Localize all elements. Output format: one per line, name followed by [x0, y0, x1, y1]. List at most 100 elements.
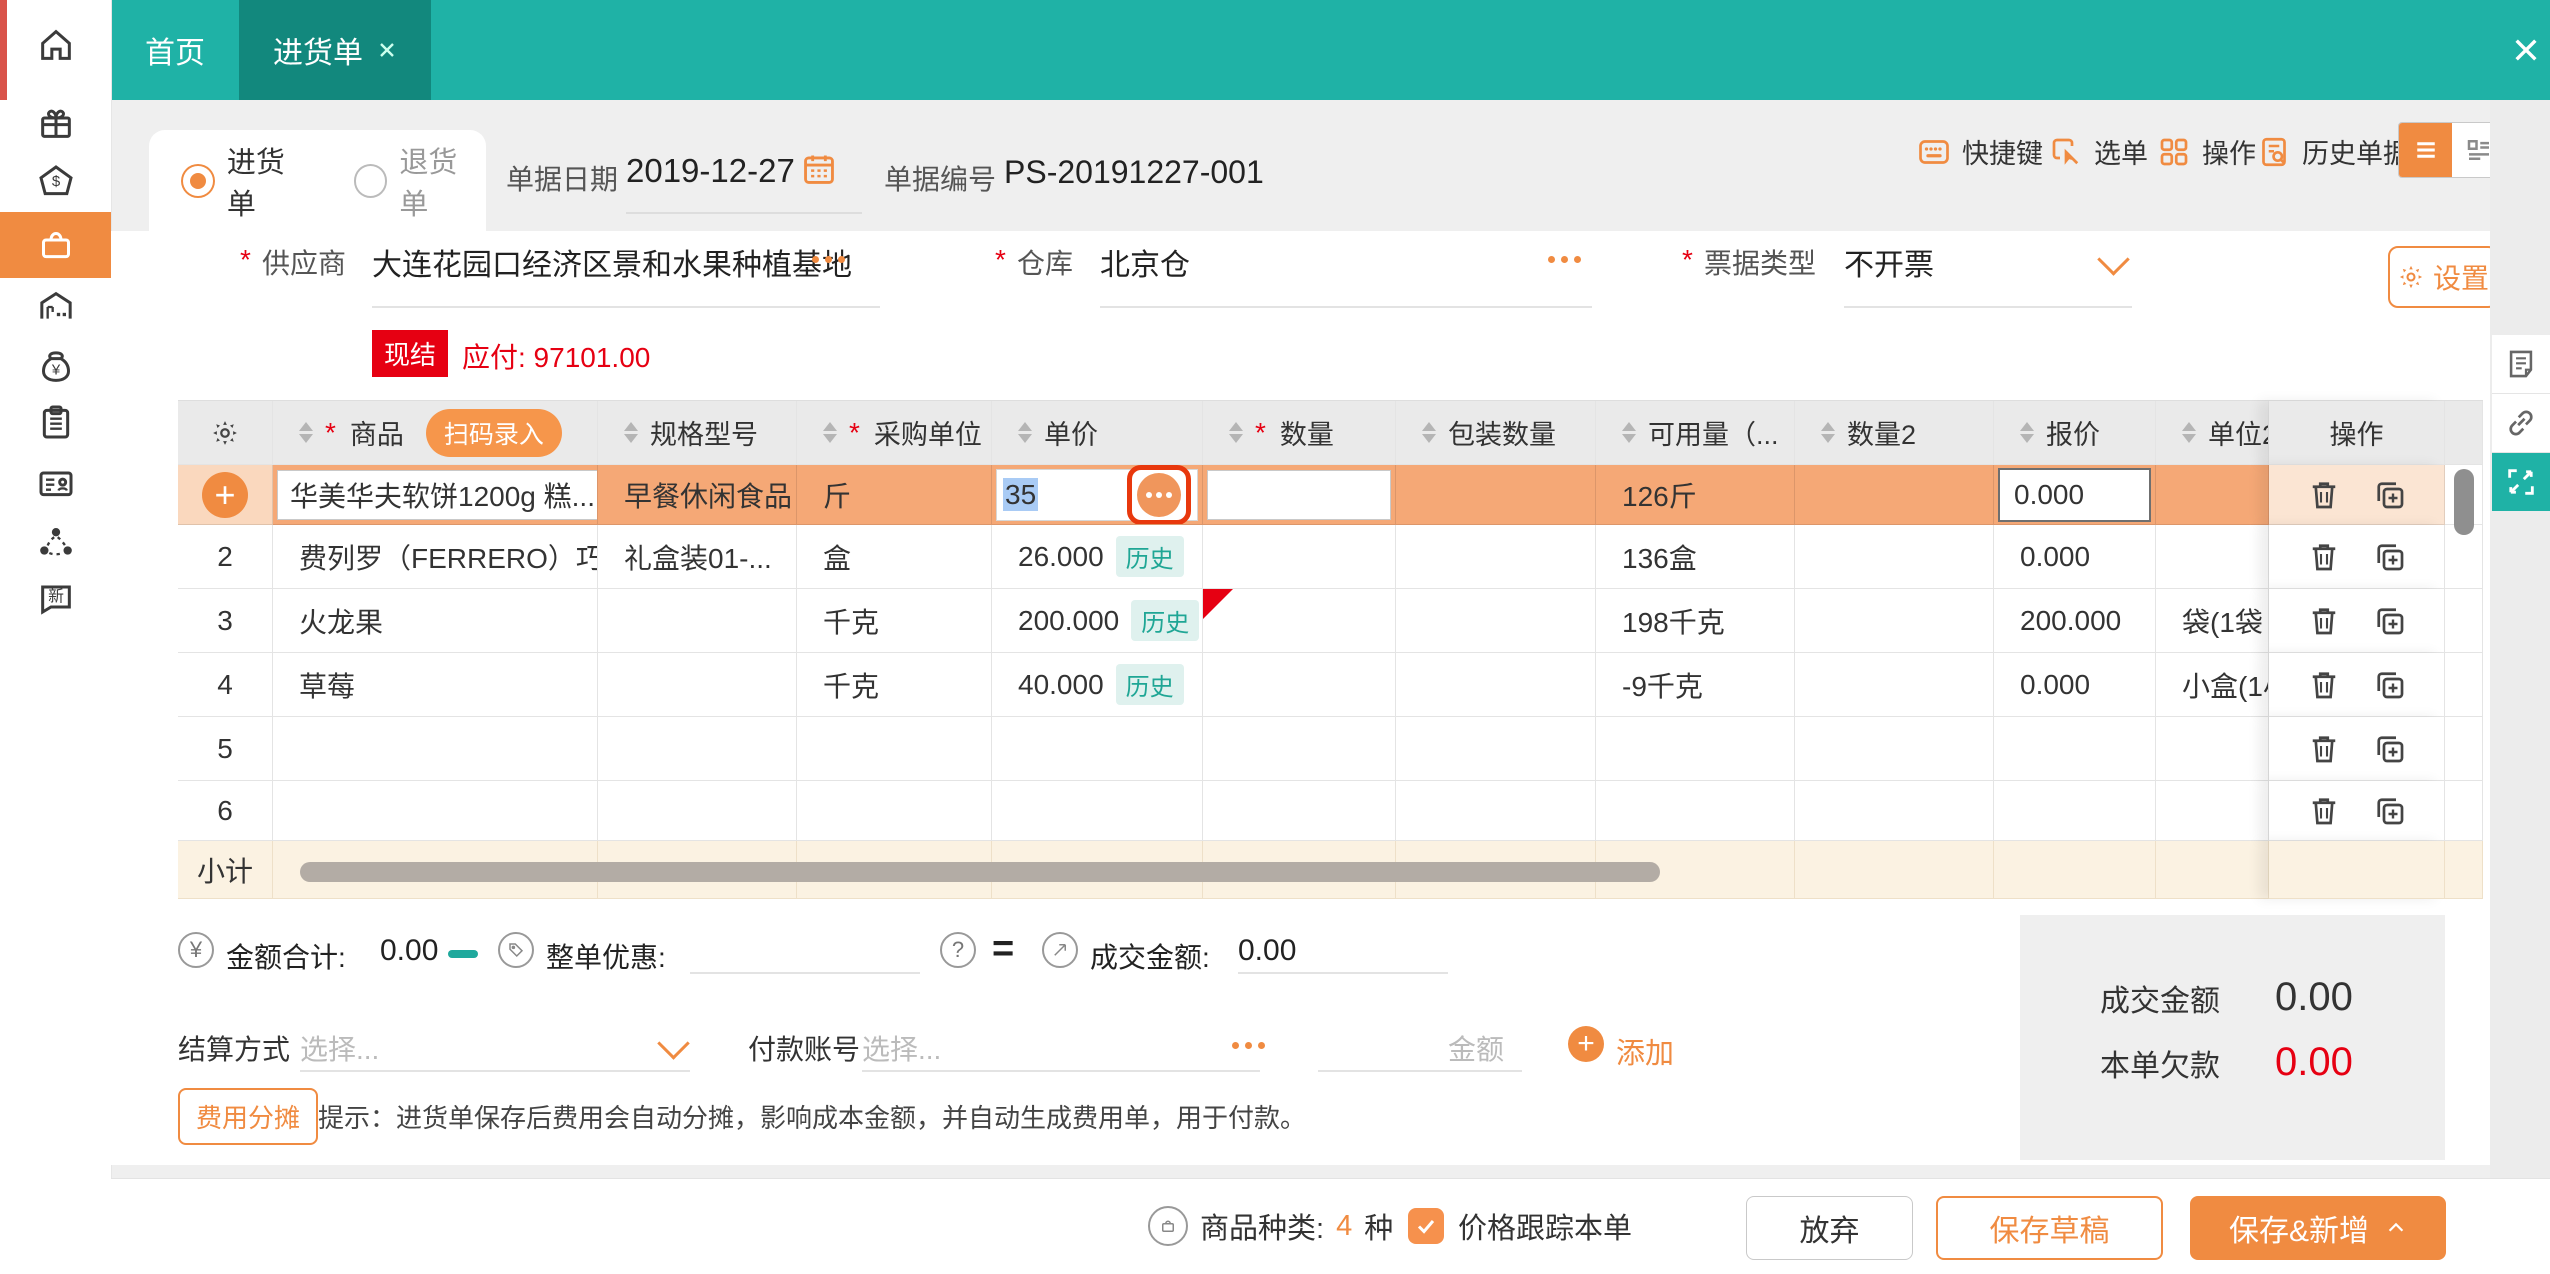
- scan-entry-button[interactable]: 扫码录入: [425, 408, 562, 457]
- order-discount-field[interactable]: [690, 972, 920, 974]
- unit-cell[interactable]: 斤: [797, 465, 992, 525]
- unit2-cell[interactable]: [2156, 781, 2269, 841]
- pay-account-more-icon[interactable]: [1232, 1042, 1265, 1049]
- rail-fullscreen-button[interactable]: [2492, 453, 2550, 511]
- header-qty2[interactable]: 数量2: [1795, 401, 1994, 465]
- sidebar-item-sales[interactable]: $: [0, 153, 111, 211]
- spec-cell[interactable]: [598, 717, 797, 781]
- product-cell[interactable]: 草莓: [273, 653, 598, 717]
- pack-cell[interactable]: [1396, 781, 1596, 841]
- copy-row-icon[interactable]: [2372, 477, 2408, 513]
- pack-cell[interactable]: [1396, 525, 1596, 589]
- product-cell[interactable]: [273, 717, 598, 781]
- price-cell[interactable]: [992, 781, 1203, 841]
- price-cell[interactable]: 40.000 历史: [992, 653, 1203, 717]
- amount-field[interactable]: [1318, 1070, 1522, 1072]
- spec-cell[interactable]: [598, 781, 797, 841]
- pack-cell[interactable]: [1396, 465, 1596, 525]
- add-payment-label[interactable]: 添加: [1616, 1030, 1674, 1072]
- price-input[interactable]: 35: [996, 465, 1198, 524]
- unit2-cell[interactable]: [2156, 525, 2269, 589]
- sidebar-item-inventory[interactable]: [0, 393, 111, 451]
- delete-row-icon[interactable]: [2306, 793, 2342, 829]
- radio-return-order[interactable]: 退货单: [353, 139, 487, 223]
- qty-cell[interactable]: [1203, 589, 1396, 653]
- qty2-cell[interactable]: [1795, 525, 1994, 589]
- tab-close-icon[interactable]: [377, 40, 397, 60]
- qty-cell[interactable]: [1203, 525, 1396, 589]
- quote-cell[interactable]: 200.000: [1994, 589, 2156, 653]
- pack-cell[interactable]: [1396, 589, 1596, 653]
- unit-cell[interactable]: [797, 781, 992, 841]
- quote-cell[interactable]: [1994, 781, 2156, 841]
- tab-purchase-order[interactable]: 进货单: [239, 0, 431, 100]
- radio-purchase-order[interactable]: 进货单: [181, 139, 314, 223]
- header-price[interactable]: 单价: [992, 401, 1203, 465]
- save-draft-button[interactable]: 保存草稿: [1936, 1196, 2163, 1260]
- price-cell[interactable]: [992, 717, 1203, 781]
- header-available[interactable]: 可用量（...: [1596, 401, 1795, 465]
- header-pack-qty[interactable]: 包装数量: [1396, 401, 1596, 465]
- delete-row-icon[interactable]: [2306, 667, 2342, 703]
- delete-row-icon[interactable]: [2306, 603, 2342, 639]
- delete-row-icon[interactable]: [2306, 731, 2342, 767]
- spec-cell[interactable]: 礼盒装01-...: [598, 525, 797, 589]
- qty2-cell[interactable]: [1795, 653, 1994, 717]
- qty2-cell[interactable]: [1795, 781, 1994, 841]
- scroll-gutter[interactable]: [2445, 589, 2483, 653]
- unit-cell[interactable]: 盒: [797, 525, 992, 589]
- table-vertical-scrollbar[interactable]: [2454, 469, 2474, 535]
- column-settings-button[interactable]: [178, 401, 273, 465]
- qty-cell[interactable]: [1203, 465, 1396, 525]
- toolbar-pick[interactable]: 选单: [2048, 132, 2148, 171]
- product-cell[interactable]: [273, 781, 598, 841]
- unit2-cell[interactable]: [2156, 465, 2269, 525]
- tab-home[interactable]: 首页: [111, 0, 239, 100]
- spec-cell[interactable]: [598, 653, 797, 717]
- sidebar-item-contacts[interactable]: [0, 454, 111, 512]
- scroll-gutter[interactable]: [2445, 653, 2483, 717]
- rail-note-button[interactable]: [2492, 335, 2550, 394]
- table-horizontal-scrollbar[interactable]: [300, 862, 1660, 882]
- warehouse-more-icon[interactable]: [1548, 256, 1581, 263]
- settle-method-placeholder[interactable]: 选择...: [300, 1028, 379, 1068]
- header-qty[interactable]: * 数量: [1203, 401, 1396, 465]
- save-and-new-button[interactable]: 保存&新增: [2190, 1196, 2446, 1260]
- delete-row-icon[interactable]: [2306, 539, 2342, 575]
- header-spec[interactable]: 规格型号: [598, 401, 797, 465]
- copy-row-icon[interactable]: [2372, 667, 2408, 703]
- header-product[interactable]: * 商品 扫码录入: [273, 401, 598, 465]
- unit2-cell[interactable]: 袋(1袋 ≈: [2156, 589, 2269, 653]
- unit-cell[interactable]: 千克: [797, 589, 992, 653]
- unit-cell[interactable]: [797, 717, 992, 781]
- invoice-value[interactable]: 不开票: [1844, 240, 1934, 284]
- quote-cell[interactable]: [1994, 717, 2156, 781]
- copy-row-icon[interactable]: [2372, 603, 2408, 639]
- product-cell[interactable]: 费列罗（FERRERO）巧...: [273, 525, 598, 589]
- sidebar-item-purchase[interactable]: [0, 212, 111, 278]
- cancel-button[interactable]: 放弃: [1746, 1196, 1913, 1260]
- history-badge[interactable]: 历史: [1131, 600, 1200, 641]
- date-value[interactable]: 2019-12-27: [626, 152, 795, 190]
- calendar-icon[interactable]: [800, 150, 838, 188]
- copy-row-icon[interactable]: [2372, 539, 2408, 575]
- header-unit[interactable]: * 采购单位: [797, 401, 992, 465]
- price-cell[interactable]: 200.000 历史: [992, 589, 1203, 653]
- unit-cell[interactable]: 千克: [797, 653, 992, 717]
- supplier-value[interactable]: 大连花园口经济区景和水果种植基地: [372, 240, 852, 284]
- toolbar-history[interactable]: 历史单据: [2256, 132, 2410, 171]
- scroll-gutter[interactable]: [2445, 781, 2483, 841]
- qty2-cell[interactable]: [1795, 465, 1994, 525]
- delete-row-icon[interactable]: [2306, 477, 2342, 513]
- qty2-cell[interactable]: [1795, 589, 1994, 653]
- window-close-icon[interactable]: [2510, 34, 2542, 66]
- rail-attachment-button[interactable]: [2492, 394, 2550, 453]
- history-badge[interactable]: 历史: [1115, 664, 1184, 705]
- copy-row-icon[interactable]: [2372, 731, 2408, 767]
- price-track-checkbox[interactable]: 价格跟踪本单: [1408, 1178, 1632, 1274]
- unit2-cell[interactable]: 小盒(1小: [2156, 653, 2269, 717]
- price-more-button[interactable]: [1127, 465, 1191, 524]
- sidebar-item-share[interactable]: [0, 514, 111, 572]
- warehouse-value[interactable]: 北京仓: [1100, 240, 1190, 284]
- help-icon[interactable]: ?: [940, 932, 976, 968]
